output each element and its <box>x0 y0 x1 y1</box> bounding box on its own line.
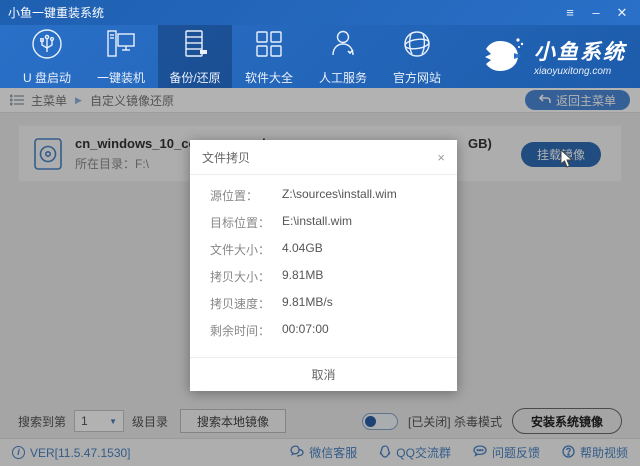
computer-icon <box>104 27 138 64</box>
app-window: 小鱼一键重装系统 ≡ – ✕ U 盘启动 一键装机 备份/还原 软件大全 人工服… <box>0 0 640 466</box>
backup-server-icon <box>178 27 212 64</box>
file-copy-dialog: 文件拷贝 × 源位置： Z:\sources\install.wim 目标位置：… <box>190 140 457 391</box>
nav-label: 人工服务 <box>318 71 367 85</box>
dialog-row-file-size: 文件大小： 4.04GB <box>210 241 445 258</box>
nav-item-software-collection[interactable]: 软件大全 <box>232 25 306 88</box>
row-label: 源位置： <box>210 189 259 203</box>
brand-name: 小鱼系统 <box>534 41 626 64</box>
nav-item-backup-restore[interactable]: 备份/还原 <box>158 25 232 88</box>
dialog-row-copy-speed: 拷贝速度： 9.81MB/s <box>210 295 445 312</box>
dialog-footer: 取消 <box>190 357 457 391</box>
row-label: 目标位置： <box>210 216 271 230</box>
fish-logo-icon <box>480 33 526 80</box>
dialog-body: 源位置： Z:\sources\install.wim 目标位置： E:\ins… <box>190 175 457 357</box>
dialog-header: 文件拷贝 × <box>190 140 457 175</box>
menu-icon[interactable]: ≡ <box>560 4 580 22</box>
row-value: 4.04GB <box>282 241 323 255</box>
nav-item-official-website[interactable]: 官方网站 <box>380 25 454 88</box>
apps-grid-icon <box>252 27 286 64</box>
window-controls: ≡ – ✕ <box>560 4 632 22</box>
usb-icon <box>30 27 64 64</box>
nav-item-human-service[interactable]: 人工服务 <box>306 25 380 88</box>
title-bar: 小鱼一键重装系统 ≡ – ✕ <box>0 0 640 25</box>
row-value: 9.81MB/s <box>282 295 333 309</box>
row-value: 9.81MB <box>282 268 324 282</box>
row-value: Z:\sources\install.wim <box>282 187 397 201</box>
row-value: 00:07:00 <box>282 322 329 336</box>
nav-label: 一键装机 <box>96 71 145 85</box>
row-label: 拷贝速度： <box>210 297 271 311</box>
dialog-row-copied-size: 拷贝大小： 9.81MB <box>210 268 445 285</box>
dialog-close-icon[interactable]: × <box>437 151 445 164</box>
row-value: E:\install.wim <box>282 214 353 228</box>
close-icon[interactable]: ✕ <box>612 4 632 22</box>
nav-item-one-key-install[interactable]: 一键装机 <box>84 25 158 88</box>
nav-label: 官方网站 <box>392 71 441 85</box>
dialog-row-time-remaining: 剩余时间： 00:07:00 <box>210 322 445 339</box>
cancel-button[interactable]: 取消 <box>281 362 365 387</box>
nav-label: 软件大全 <box>244 71 293 85</box>
row-label: 拷贝大小： <box>210 270 271 284</box>
main-nav: U 盘启动 一键装机 备份/还原 软件大全 人工服务 官方网站 小鱼系统 xia… <box>0 25 640 88</box>
brand-logo: 小鱼系统 xiaoyuxitong.com <box>480 25 626 88</box>
window-title: 小鱼一键重装系统 <box>8 6 105 20</box>
dialog-row-target: 目标位置： E:\install.wim <box>210 214 445 231</box>
dialog-title: 文件拷贝 <box>202 151 251 165</box>
globe-icon <box>400 27 434 64</box>
row-label: 剩余时间： <box>210 324 271 338</box>
brand-domain: xiaoyuxitong.com <box>534 66 612 77</box>
nav-label: 备份/还原 <box>169 71 221 85</box>
dialog-row-source: 源位置： Z:\sources\install.wim <box>210 187 445 204</box>
nav-item-usb-boot[interactable]: U 盘启动 <box>10 25 84 88</box>
person-service-icon <box>326 27 360 64</box>
nav-label: U 盘启动 <box>22 71 71 85</box>
minimize-icon[interactable]: – <box>586 4 606 22</box>
row-label: 文件大小： <box>210 243 271 257</box>
